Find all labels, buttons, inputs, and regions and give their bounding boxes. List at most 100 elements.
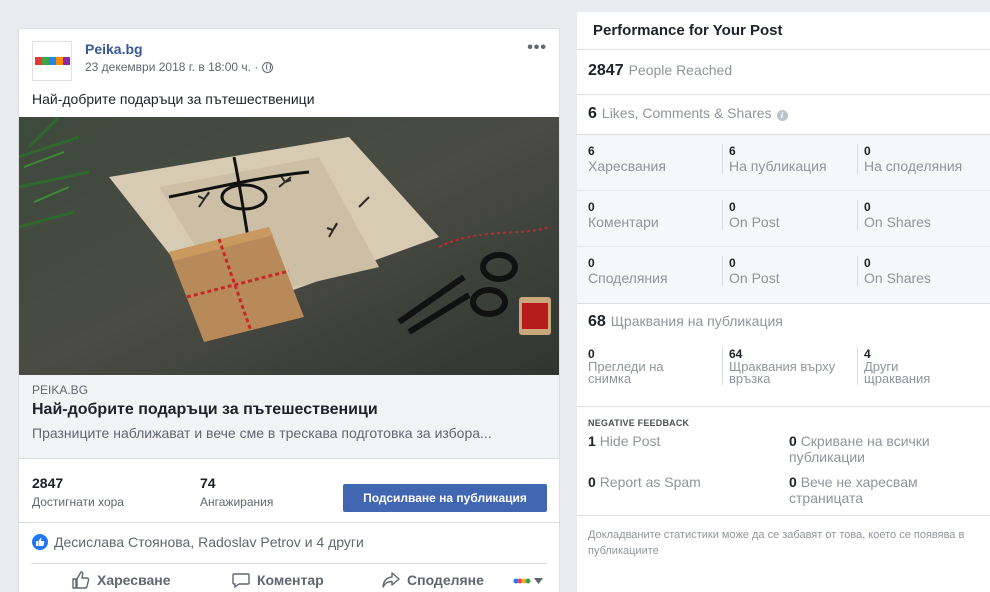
cell-label: On Post: [729, 214, 780, 230]
comment-icon: [232, 573, 250, 589]
report-spam-stat: 0 Report as Spam: [588, 474, 701, 490]
cell-label: Харесвания: [588, 158, 666, 174]
post-timestamp[interactable]: 23 декември 2018 г. в 18:00 ч. ·: [85, 60, 274, 74]
cell-label: On Shares: [864, 270, 931, 286]
comment-label: Коментар: [257, 572, 324, 588]
negative-feedback-title: NEGATIVE FEEDBACK: [588, 418, 690, 428]
cell-value: 6: [588, 144, 595, 158]
comments-total: 0 Коментари: [588, 200, 659, 230]
likes-total: 6 Харесвания: [588, 144, 666, 174]
link-description: Празниците наближават и вече сме в треск…: [32, 425, 492, 441]
gift-photo: [19, 117, 559, 375]
photo-views: 0 Прегледи на снимка: [588, 347, 664, 385]
cell-label: щраквания: [864, 371, 931, 386]
hide-post-label: Hide Post: [599, 433, 661, 449]
comment-button[interactable]: Коментар: [231, 570, 324, 590]
cell-label: On Post: [729, 270, 780, 286]
reached-stat: 2847 Достигнати хора: [32, 475, 124, 509]
stats-footnote: Докладваните статистики може да се забав…: [588, 529, 965, 557]
post-actions: Харесване Коментар Споделяне: [31, 563, 547, 592]
link-title: Най-добрите подаръци за пътешественици: [32, 401, 378, 418]
like-label: Харесване: [97, 572, 171, 588]
cell-value: 6: [729, 144, 736, 158]
share-icon: [382, 572, 400, 588]
reached-value: 2847: [32, 475, 64, 491]
unlike-value: 0: [789, 474, 797, 490]
page-name[interactable]: Peika.bg: [85, 41, 143, 57]
likes-comments-shares: 6 Likes, Comments & Shares i: [588, 105, 788, 123]
other-clicks: 4 Други щраквания: [857, 347, 930, 385]
cell-value: 0: [729, 256, 736, 270]
page-avatar[interactable]: [32, 41, 72, 81]
likes-on-shares: 0 На споделяния: [857, 144, 962, 174]
cell-label: On Shares: [864, 214, 931, 230]
like-button[interactable]: Харесване: [71, 570, 171, 590]
cell-label: Коментари: [588, 214, 659, 230]
peika-logo: [34, 57, 70, 65]
divider: [577, 49, 990, 50]
chevron-down-icon: [534, 578, 543, 584]
likes-on-post: 6 На публикация: [722, 144, 827, 174]
link-clicks: 64 Щраквания върху връзка: [722, 347, 835, 385]
audience-selector[interactable]: [513, 576, 543, 586]
share-button[interactable]: Споделяне: [381, 570, 484, 590]
share-label: Споделяне: [407, 572, 484, 588]
cell-value: 0: [864, 144, 871, 158]
info-icon[interactable]: i: [776, 110, 788, 121]
engagements-label: Ангажирания: [200, 495, 274, 509]
engagements-stat: 74 Ангажирания: [200, 475, 273, 509]
post-date-text: 23 декември 2018 г. в 18:00 ч. ·: [85, 60, 259, 74]
people-reached-label: People Reached: [628, 62, 733, 78]
cell-value: 0: [588, 256, 595, 270]
hide-all-label: Скриване на всички публикации: [789, 433, 930, 465]
post-clicks-value: 68: [588, 313, 606, 330]
comments-row: 0 Коментари 0 On Post 0 On Shares: [577, 191, 990, 247]
like-reaction-icon: [32, 534, 48, 550]
cell-value: 0: [864, 256, 871, 270]
hide-post-value: 1: [588, 433, 596, 449]
post-image[interactable]: [19, 117, 559, 375]
post-stats: 2847 Достигнати хора 74 Ангажирания Подс…: [19, 465, 559, 523]
post-header: Peika.bg 23 декември 2018 г. в 18:00 ч. …: [19, 29, 559, 89]
post-card: Peika.bg 23 декември 2018 г. в 18:00 ч. …: [18, 28, 560, 592]
reached-label: Достигнати хора: [32, 495, 124, 509]
likes-cs-label: Likes, Comments & Shares: [601, 105, 772, 121]
reactions-summary[interactable]: Десислава Стоянова, Radoslav Petrov и 4 …: [32, 523, 364, 561]
hide-all-posts-stat: 0 Скриване на всички публикации: [789, 433, 979, 465]
hide-post-stat: 1 Hide Post: [588, 433, 660, 449]
performance-panel: Performance for Your Post 2847 People Re…: [577, 12, 990, 592]
likes-row: 6 Харесвания 6 На публикация 0 На сподел…: [577, 135, 990, 191]
people-reached-value: 2847: [588, 62, 624, 79]
performance-title: Performance for Your Post: [593, 22, 783, 39]
cell-value: 0: [864, 200, 871, 214]
thumbs-up-icon: [72, 571, 90, 589]
hide-all-value: 0: [789, 433, 797, 449]
spam-value: 0: [588, 474, 596, 490]
cell-label: На споделяния: [864, 158, 963, 174]
post-clicks-section: 68 Щраквания на публикация 0 Прегледи на…: [577, 303, 990, 407]
engagement-breakdown: 6 Харесвания 6 На публикация 0 На сподел…: [577, 135, 990, 303]
reactions-text: Десислава Стоянова, Radoslav Petrov и 4 …: [54, 534, 364, 550]
link-domain: PEIKA.BG: [32, 383, 89, 397]
more-options-icon[interactable]: •••: [527, 39, 547, 57]
link-preview[interactable]: PEIKA.BG Най-добрите подаръци за пътешес…: [19, 375, 559, 459]
cell-label: На публикация: [729, 158, 827, 174]
spam-label: Report as Spam: [599, 474, 701, 490]
unlike-label: Вече не харесвам страницата: [789, 474, 918, 506]
reactions-multicolor-icon: [513, 578, 531, 584]
cell-value: 0: [729, 200, 736, 214]
divider: [577, 94, 990, 95]
shares-row: 0 Споделяния 0 On Post 0 On Shares: [577, 247, 990, 303]
likes-cs-value: 6: [588, 105, 597, 122]
divider: [577, 515, 990, 516]
post-clicks: 68 Щраквания на публикация: [588, 313, 783, 331]
comments-on-post: 0 On Post: [722, 200, 780, 230]
boost-post-button[interactable]: Подсилване на публикация: [343, 484, 547, 512]
unlike-page-stat: 0 Вече не харесвам страницата: [789, 474, 979, 506]
comments-on-shares: 0 On Shares: [857, 200, 931, 230]
cell-value: 0: [588, 200, 595, 214]
engagements-value: 74: [200, 475, 216, 491]
people-reached: 2847 People Reached: [588, 62, 732, 80]
shares-on-shares: 0 On Shares: [857, 256, 931, 286]
post-clicks-label: Щраквания на публикация: [610, 313, 783, 329]
